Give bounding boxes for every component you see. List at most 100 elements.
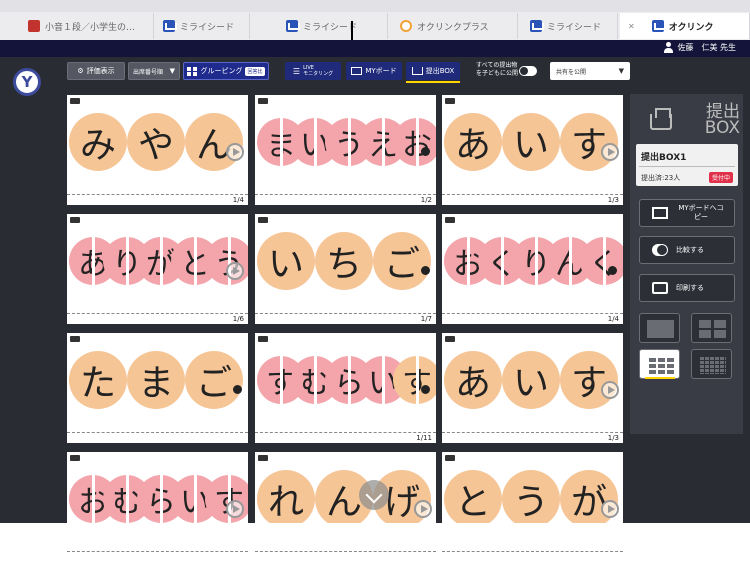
avatar-icon [664,42,674,53]
browser-tab-1[interactable]: 小音１段／小学生の… [20,13,154,39]
submission-card[interactable]: みやん 1/4 [67,95,248,205]
record-dot-icon[interactable] [421,266,430,275]
handwritten-char: あ [444,351,502,409]
submit-box-card[interactable]: 提出BOX1 提出済:23人 受付中 [636,144,738,186]
eval-button[interactable]: ⚙ 評価表示 [67,62,125,80]
single-layout-icon [647,320,674,338]
card-footer: 1/6 [67,313,248,324]
play-icon[interactable] [601,143,619,161]
submission-card[interactable]: ありがとう1/6 [67,214,248,324]
browser-tab-4[interactable]: オクリンクプラス [392,13,518,39]
handwritten-char: み [69,113,127,171]
submission-card[interactable]: まいうえお 1/2 [255,95,436,205]
copy-icon [652,207,668,219]
close-tab-icon[interactable]: ✕ [628,22,635,31]
submission-card[interactable]: とうが [442,452,623,562]
handwritten-char: ち [315,232,373,290]
board-icon [351,67,363,75]
layout-9-button[interactable] [639,349,680,379]
record-dot-icon[interactable] [421,147,430,156]
app-logo-icon[interactable]: Y [13,68,41,96]
myboard-button[interactable]: MYボード [346,62,402,80]
record-dot-icon[interactable] [608,266,617,275]
expand-icon[interactable] [258,98,268,104]
expand-icon[interactable] [70,455,80,461]
expand-icon[interactable] [258,217,268,223]
handwritten-char: ご [185,351,243,409]
expand-icon[interactable] [445,455,455,461]
submission-card[interactable]: たまご [67,333,248,443]
browser-tab-2[interactable]: ミライシード [155,13,250,39]
handwritten-char: や [127,113,185,171]
compare-toggle-icon [652,244,668,256]
expand-icon[interactable] [445,336,455,342]
browser-tab-6[interactable]: ✕ オクリンク [620,13,750,39]
browser-tab-3[interactable]: ミライシード [278,13,388,39]
submission-card[interactable]: あいす 1/3 [442,333,623,443]
printer-icon [652,282,668,294]
publish-label: すべての提出物を子どもに公開 [476,62,519,77]
submit-box-button[interactable]: 提出BOX [406,62,460,80]
handwritten-char: す [560,113,618,171]
play-icon[interactable] [601,381,619,399]
play-icon[interactable] [414,500,432,518]
expand-icon[interactable] [258,455,268,461]
mirai-icon [286,20,298,32]
live-monitoring-button[interactable]: ☰ LIVE モニタリング [285,62,341,80]
chevron-down-icon: ▼ [169,67,175,75]
play-icon[interactable] [601,500,619,518]
handwritten-char: お [393,118,436,166]
submitted-count: 提出済:23人 [641,174,681,182]
play-icon[interactable] [226,500,244,518]
mirai-icon [651,20,664,32]
page-count: 1/11 [416,434,432,442]
many-layout-icon [699,356,726,374]
handwritten-char: す [393,356,436,404]
record-dot-icon[interactable] [233,385,242,394]
expand-icon[interactable] [445,98,455,104]
submission-card[interactable]: いちご 1/7 [255,214,436,324]
expand-icon[interactable] [258,336,268,342]
layout-many-button[interactable] [691,349,732,379]
compare-button[interactable]: 比較する [639,236,735,264]
print-button[interactable]: 印刷する [639,274,735,302]
page-count: 1/3 [607,434,619,442]
mirai-icon [163,20,175,32]
sort-select[interactable]: 出席番号順 ▼ [128,62,180,80]
record-dot-icon[interactable] [421,385,430,394]
panel-title: 提出 BOX [704,102,740,138]
handwritten-char: く [580,237,623,285]
submission-card[interactable]: おくりんく 1/4 [442,214,623,324]
expand-icon[interactable] [445,217,455,223]
expand-icon[interactable] [70,336,80,342]
layout-4-button[interactable] [691,313,732,343]
handwritten-char: が [560,470,618,528]
browser-tab-5[interactable]: ミライシード [522,13,618,39]
play-icon[interactable] [226,262,244,280]
grouping-button[interactable]: グルーピング 回答比 [183,62,269,80]
publish-toggle[interactable] [519,66,537,76]
play-icon[interactable] [226,143,244,161]
bottom-strip [0,523,750,538]
handwritten-char: ん [185,113,243,171]
handwritten-char: と [444,470,502,528]
oclink-icon [400,20,412,32]
share-select[interactable]: 共有を公開 ▼ [550,62,630,80]
handwritten-char: た [69,351,127,409]
user-menu[interactable]: 佐藤 仁美 先生 [664,42,736,53]
handwritten-char: す [205,475,248,523]
list-icon: ☰ [292,66,301,76]
nine-layout-icon [647,356,674,374]
expand-icon[interactable] [70,98,80,104]
page-count: 1/3 [607,196,619,204]
mirai-icon [530,20,542,32]
submission-card[interactable]: おむらいす [67,452,248,562]
submission-card[interactable]: すむらいす 1/11 [255,333,436,443]
layout-1-button[interactable] [639,313,680,343]
card-footer: 1/11 [255,432,436,443]
copy-to-myboard-button[interactable]: MYボードへコピー [639,199,735,227]
browser-tab-bar: 小音１段／小学生の… ミライシード ミライシード オクリンクプラス ミライシード… [0,0,750,40]
expand-icon[interactable] [70,217,80,223]
submission-card[interactable]: あいす 1/3 [442,95,623,205]
submission-card[interactable]: れんげ [255,452,436,562]
